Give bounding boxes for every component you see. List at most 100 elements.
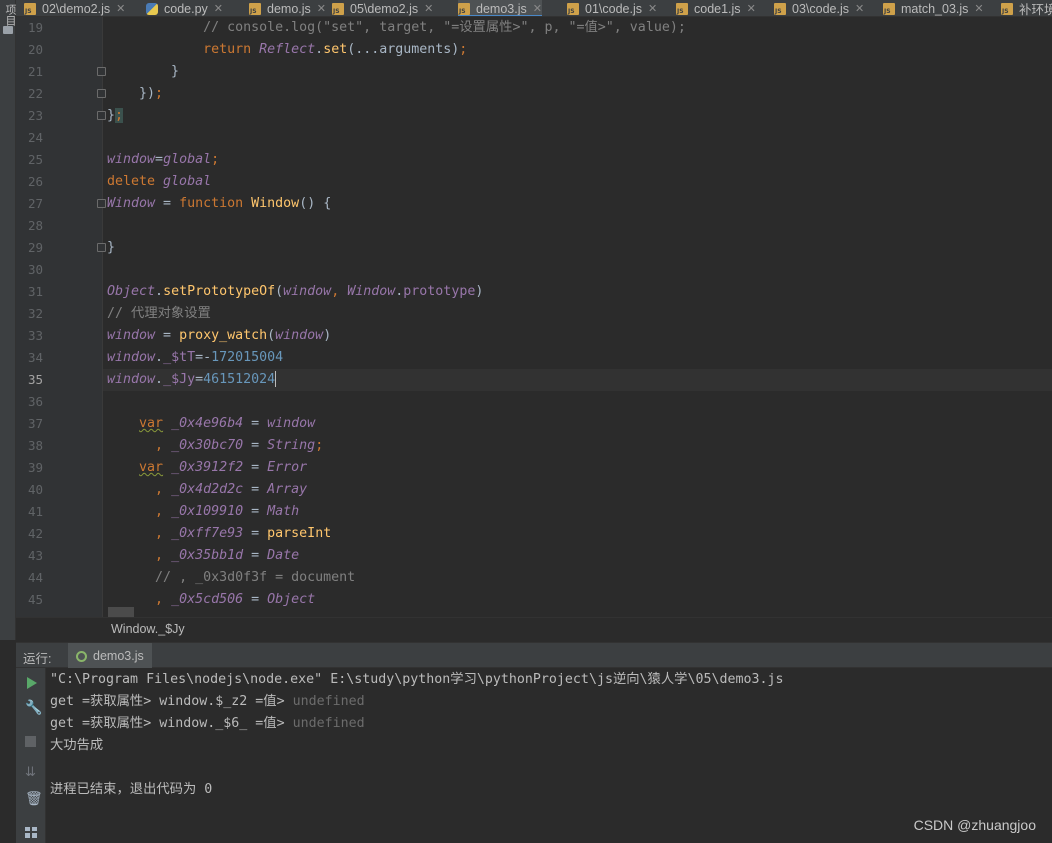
code-line[interactable]: // console.log("set", target, "=设置属性>", … <box>107 17 686 39</box>
tab-01-code-js[interactable]: 01\code.js ✕ <box>567 0 657 16</box>
code-line[interactable]: , _0x35bb1d = Date <box>107 545 299 567</box>
rerun-play-icon[interactable] <box>27 677 37 689</box>
code-token: ; <box>155 86 164 101</box>
line-number: 45 <box>27 592 43 607</box>
fold-marker-icon[interactable] <box>97 243 106 252</box>
horizontal-scrollbar-thumb[interactable] <box>108 607 134 617</box>
fold-marker-icon[interactable] <box>97 199 106 208</box>
project-folder-icon[interactable] <box>3 26 13 34</box>
close-tab-icon[interactable]: ✕ <box>974 2 983 15</box>
code-line[interactable]: Object.setPrototypeOf(window, Window.pro… <box>107 281 483 303</box>
line-number: 39 <box>27 460 43 475</box>
stop-icon[interactable] <box>25 736 39 750</box>
tab-demo-js[interactable]: demo.js ✕ <box>249 0 326 16</box>
code-line[interactable]: var _0x4e96b4 = window <box>107 413 315 435</box>
breadcrumb-item[interactable]: Window._$Jy <box>111 622 185 636</box>
code-token: = <box>195 372 204 387</box>
close-tab-icon[interactable]: ✕ <box>533 2 542 15</box>
tab-03-code-js[interactable]: 03\code.js ✕ <box>774 0 864 16</box>
code-token: ; <box>315 438 324 453</box>
close-tab-icon[interactable]: ✕ <box>424 2 433 15</box>
code-token: }) <box>107 86 156 101</box>
fold-marker-icon[interactable] <box>97 67 106 76</box>
close-tab-icon[interactable]: ✕ <box>116 2 125 15</box>
code-token: } <box>107 64 180 79</box>
code-line[interactable]: return Reflect.set(...arguments); <box>107 39 467 61</box>
js-file-icon <box>24 2 36 15</box>
tab-demo3-js[interactable]: demo3.js ✕ <box>458 0 542 16</box>
tab-05-demo2-js[interactable]: 05\demo2.js ✕ <box>332 0 433 16</box>
close-tab-icon[interactable]: ✕ <box>648 2 657 15</box>
code-token: Window <box>347 284 396 299</box>
code-line[interactable]: }); <box>107 83 163 105</box>
close-tab-icon[interactable]: ✕ <box>214 2 223 15</box>
js-file-icon <box>676 2 688 15</box>
line-number: 20 <box>27 42 43 57</box>
soft-wrap-icon[interactable]: ⇊ <box>25 766 39 780</box>
tab-label: 03\code.js <box>792 1 849 16</box>
code-line[interactable]: Window = function Window() { <box>107 193 331 215</box>
tab-label: match_03.js <box>901 1 969 16</box>
wrench-icon[interactable]: 🔧 <box>25 701 42 715</box>
line-number: 32 <box>27 306 43 321</box>
code-token: = <box>243 592 268 607</box>
code-line[interactable]: var _0x3912f2 = Error <box>107 457 307 479</box>
code-line[interactable]: }; <box>107 105 124 127</box>
code-line[interactable]: window = proxy_watch(window) <box>107 325 331 347</box>
code-token: window <box>275 328 324 343</box>
code-token: delete <box>107 174 164 189</box>
code-token: _0x4e96b4 <box>163 416 244 431</box>
code-line[interactable]: window=global; <box>107 149 219 171</box>
code-line[interactable]: , _0xff7e93 = parseInt <box>107 523 331 545</box>
fold-marker-icon[interactable] <box>97 89 106 98</box>
tab-[interactable]: 补环境 <box>1001 0 1052 16</box>
code-line[interactable]: delete global <box>107 171 211 193</box>
code-line[interactable]: window._$Jy=461512024 <box>107 369 277 391</box>
python-file-icon <box>146 2 158 15</box>
code-token: _0x3912f2 <box>163 460 244 475</box>
tab-match-03-js[interactable]: match_03.js ✕ <box>883 0 984 16</box>
code-line[interactable]: // , _0x3d0f3f = document <box>107 567 355 589</box>
code-token: = <box>243 416 268 431</box>
code-line[interactable]: , _0x30bc70 = String; <box>107 435 323 457</box>
tab-02-demo2-js[interactable]: 02\demo2.js ✕ <box>24 0 125 16</box>
code-line[interactable]: // 代理对象设置 <box>107 303 211 325</box>
code-line[interactable]: } <box>107 237 115 259</box>
code-line[interactable]: , _0x4d2d2c = Array <box>107 479 307 501</box>
code-line[interactable]: window._$tT=-172015004 <box>107 347 283 369</box>
editor-tab-bar: 02\demo2.js ✕ code.py ✕ demo.js ✕ 05\demo2.js ✕… <box>16 0 1052 17</box>
run-console-output[interactable]: "C:\Program Files\nodejs\node.exe" E:\st… <box>47 668 1052 843</box>
run-config-tab[interactable]: demo3.js <box>68 643 152 669</box>
layout-grid-icon[interactable] <box>25 827 39 841</box>
line-number: 38 <box>27 438 43 453</box>
close-tab-icon[interactable]: ✕ <box>855 2 864 15</box>
fold-marker-icon[interactable] <box>97 111 106 120</box>
code-token: // 代理对象设置 <box>107 306 211 321</box>
tab-code-py[interactable]: code.py ✕ <box>146 0 223 16</box>
code-token: (...arguments) <box>347 42 460 57</box>
code-line[interactable]: } <box>107 61 179 83</box>
code-token: = <box>243 548 268 563</box>
close-tab-icon[interactable]: ✕ <box>317 2 326 15</box>
code-line[interactable]: , _0x5cd506 = Object <box>107 589 315 611</box>
code-token: . <box>155 350 164 365</box>
js-file-icon <box>567 2 579 15</box>
tab-code1-js[interactable]: code1.js ✕ <box>676 0 756 16</box>
console-text: 大功告成 <box>50 738 104 753</box>
code-token: ; <box>211 152 220 167</box>
trash-icon[interactable]: 🗑 <box>25 792 43 806</box>
code-editor[interactable]: 19 // console.log("set", target, "=设置属性>… <box>16 17 1052 617</box>
console-text: "C:\Program Files\nodejs\node.exe" E:\st… <box>50 672 784 687</box>
code-line[interactable]: , _0x109910 = Math <box>107 501 299 523</box>
line-number: 23 <box>27 108 43 123</box>
tab-label: demo.js <box>267 1 311 16</box>
code-token: window <box>107 152 156 167</box>
code-token: } <box>107 240 116 255</box>
code-token: , <box>155 592 172 607</box>
close-tab-icon[interactable]: ✕ <box>747 2 756 15</box>
code-token: window <box>107 350 156 365</box>
